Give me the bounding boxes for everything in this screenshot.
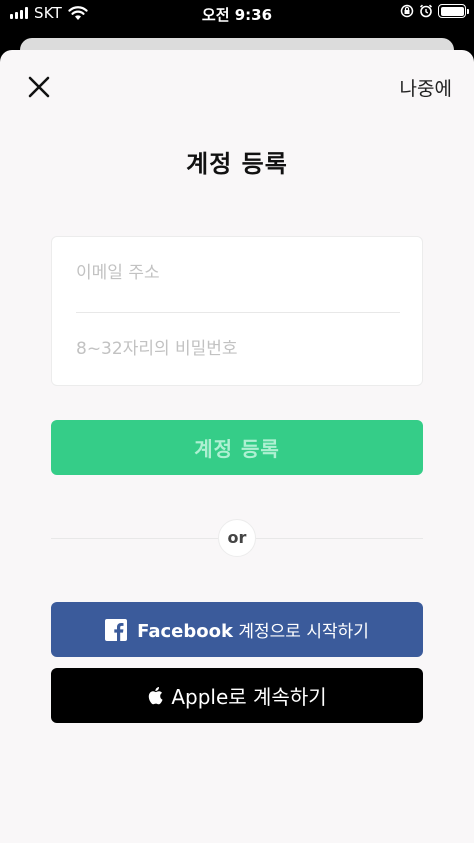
apple-icon: [149, 687, 163, 705]
status-right: [400, 4, 469, 18]
facebook-brand-text: Facebook: [137, 621, 233, 642]
password-field[interactable]: [76, 329, 400, 369]
battery-icon: [438, 4, 469, 18]
page-title: 계정 등록: [186, 150, 288, 178]
lock-rotation-icon: [400, 4, 414, 18]
close-button[interactable]: [22, 70, 56, 104]
facebook-action-text: 계정으로 시작하기: [238, 622, 369, 642]
or-divider: or: [51, 519, 423, 557]
close-icon: [28, 76, 50, 98]
facebook-button-label: Facebook 계정으로 시작하기: [137, 617, 369, 642]
field-divider: [76, 312, 400, 313]
signup-button[interactable]: 계정 등록: [51, 420, 423, 475]
signup-form: [51, 236, 423, 386]
apple-button-label: Apple로 계속하기: [171, 685, 327, 709]
alarm-icon: [419, 4, 433, 18]
facebook-login-button[interactable]: Facebook 계정으로 시작하기: [51, 602, 423, 657]
status-bar: SKT 오전 9:36: [0, 0, 474, 26]
or-label: or: [218, 519, 256, 557]
facebook-icon: [105, 618, 128, 641]
later-button[interactable]: 나중에: [400, 74, 452, 101]
screen: SKT 오전 9:36 나중에 계정 등록 이메일 주소 계정 등록 or Fa…: [0, 0, 474, 843]
email-field[interactable]: [76, 253, 400, 293]
apple-login-button[interactable]: Apple로 계속하기: [51, 668, 423, 723]
signup-sheet: 나중에 계정 등록 계정 등록 or Facebook 계정으로 시작하기: [0, 50, 474, 843]
